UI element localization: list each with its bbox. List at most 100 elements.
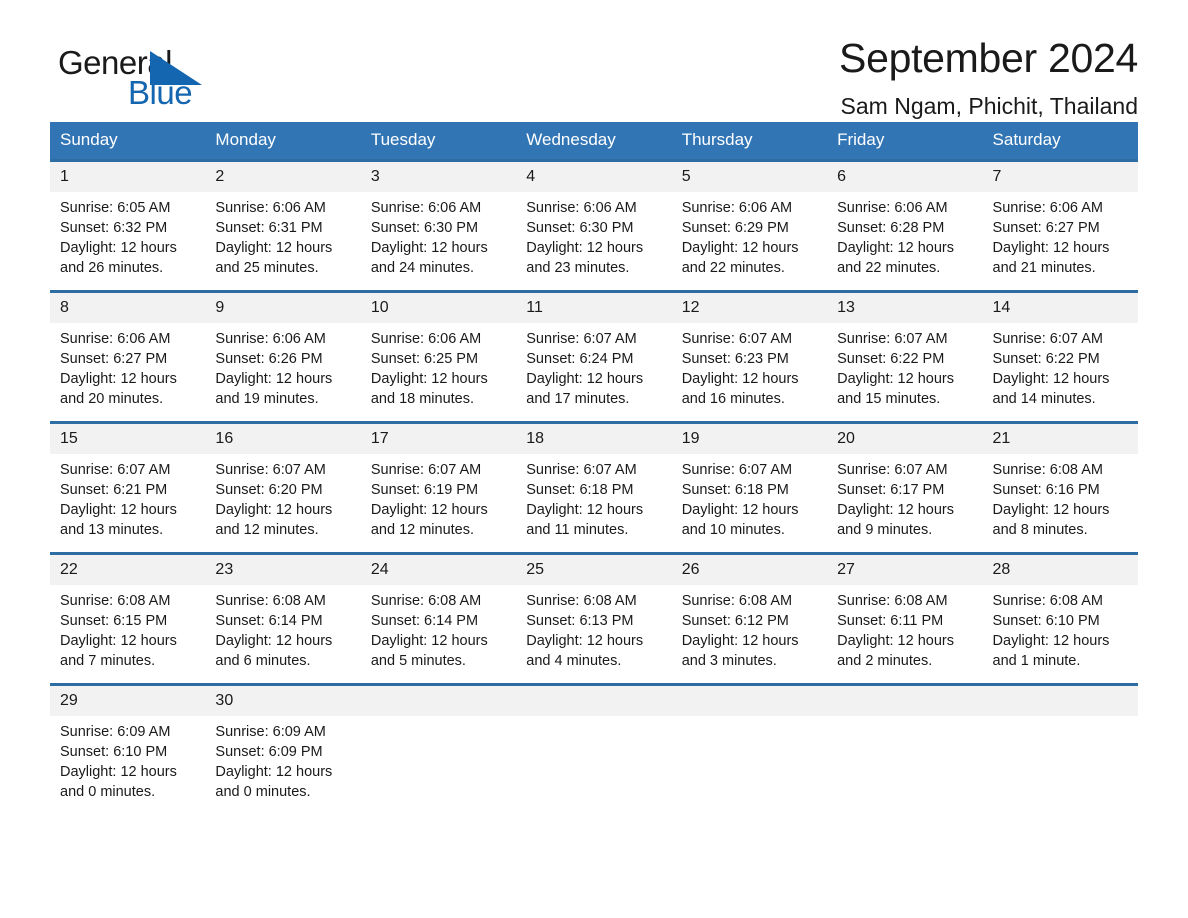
day-details-blank: [361, 716, 516, 814]
daylight-text-line1: Daylight: 12 hours: [526, 633, 644, 649]
calendar-day-cell[interactable]: 13 Sunrise: 6:07 AM Sunset: 6:22 PM Dayligh…: [827, 290, 983, 423]
sunset-text: Sunset: 6:19 PM: [370, 482, 479, 498]
calendar-day-cell[interactable]: 16 Sunrise: 6:07 AM Sunset: 6:20 PM Dayligh…: [205, 421, 361, 554]
day-number: 5: [671, 162, 828, 192]
daylight-text-line1: Daylight: 12 hours: [526, 502, 644, 518]
daylight-text-line2: and 12 minutes.: [215, 522, 319, 538]
sunrise-text: Sunrise: 6:06 AM: [681, 200, 793, 216]
calendar-day-cell[interactable]: 28 Sunrise: 6:08 AM Sunset: 6:10 PM Dayligh…: [982, 552, 1138, 685]
generalblue-logo[interactable]: General Blue: [50, 45, 202, 111]
calendar-day-cell[interactable]: 23 Sunrise: 6:08 AM Sunset: 6:14 PM Dayligh…: [205, 552, 361, 685]
weekday-header-monday: Monday: [205, 122, 361, 161]
day-number: 2: [205, 162, 361, 192]
calendar-day-cell[interactable]: 12 Sunrise: 6:07 AM Sunset: 6:23 PM Dayligh…: [671, 290, 828, 423]
daylight-text-line1: Daylight: 12 hours: [370, 502, 488, 518]
daylight-text-line2: and 22 minutes.: [681, 260, 785, 276]
calendar-day-cell[interactable]: 11 Sunrise: 6:07 AM Sunset: 6:24 PM Dayligh…: [516, 290, 672, 423]
calendar-day-cell[interactable]: 29 Sunrise: 6:09 AM Sunset: 6:10 PM Dayligh…: [50, 683, 206, 814]
calendar-day-cell[interactable]: 18 Sunrise: 6:07 AM Sunset: 6:18 PM Dayligh…: [516, 421, 672, 554]
daylight-text-line2: and 25 minutes.: [215, 260, 319, 276]
day-number: 27: [827, 555, 983, 585]
daylight-text-line1: Daylight: 12 hours: [215, 633, 333, 649]
day-number: 9: [205, 293, 361, 323]
daylight-text-line2: and 26 minutes.: [60, 260, 164, 276]
calendar-day-cell[interactable]: 21 Sunrise: 6:08 AM Sunset: 6:16 PM Dayligh…: [982, 421, 1138, 554]
sunrise-text: Sunrise: 6:06 AM: [370, 331, 482, 347]
day-details: Sunrise: 6:06 AM Sunset: 6:25 PM Daylight:…: [361, 323, 516, 421]
daylight-text-line1: Daylight: 12 hours: [992, 502, 1110, 518]
calendar-day-cell[interactable]: 9 Sunrise: 6:06 AM Sunset: 6:26 PM Daylight…: [205, 290, 361, 423]
calendar-day-cell[interactable]: 22 Sunrise: 6:08 AM Sunset: 6:15 PM Dayligh…: [50, 552, 206, 685]
daylight-text-line1: Daylight: 12 hours: [370, 240, 488, 256]
daylight-text-line2: and 12 minutes.: [370, 522, 475, 538]
calendar-day-cell[interactable]: 26 Sunrise: 6:08 AM Sunset: 6:12 PM Dayligh…: [671, 552, 828, 685]
day-details-blank: [827, 716, 982, 814]
sunset-text: Sunset: 6:30 PM: [370, 220, 479, 236]
daylight-text-line1: Daylight: 12 hours: [526, 240, 644, 256]
day-details: Sunrise: 6:08 AM Sunset: 6:13 PM Daylight:…: [516, 585, 671, 683]
calendar-day-cell[interactable]: 24 Sunrise: 6:08 AM Sunset: 6:14 PM Dayligh…: [360, 552, 517, 685]
sunset-text: Sunset: 6:31 PM: [215, 220, 323, 236]
day-details: Sunrise: 6:06 AM Sunset: 6:30 PM Daylight:…: [361, 192, 516, 290]
day-details: Sunrise: 6:07 AM Sunset: 6:22 PM Daylight:…: [827, 323, 982, 421]
daylight-text-line1: Daylight: 12 hours: [215, 240, 333, 256]
calendar-day-cell[interactable]: 6 Sunrise: 6:06 AM Sunset: 6:28 PM Daylight…: [827, 159, 983, 292]
calendar-day-cell[interactable]: 1 Sunrise: 6:05 AM Sunset: 6:32 PM Daylight…: [50, 159, 206, 292]
calendar-day-cell[interactable]: 3 Sunrise: 6:06 AM Sunset: 6:30 PM Daylight…: [360, 159, 517, 292]
daylight-text-line2: and 17 minutes.: [526, 391, 630, 407]
daylight-text-line1: Daylight: 12 hours: [60, 371, 177, 387]
calendar-day-cell-empty: [516, 683, 672, 814]
sunrise-text: Sunrise: 6:07 AM: [526, 331, 637, 347]
calendar-day-cell[interactable]: 19 Sunrise: 6:07 AM Sunset: 6:18 PM Dayligh…: [671, 421, 828, 554]
sunset-text: Sunset: 6:14 PM: [215, 613, 323, 629]
calendar-day-cell[interactable]: 27 Sunrise: 6:08 AM Sunset: 6:11 PM Dayligh…: [827, 552, 983, 685]
day-details: Sunrise: 6:08 AM Sunset: 6:15 PM Daylight:…: [50, 585, 205, 683]
daylight-text-line2: and 1 minute.: [992, 653, 1081, 669]
sunrise-text: Sunrise: 6:07 AM: [681, 331, 793, 347]
calendar-day-cell[interactable]: 8 Sunrise: 6:06 AM Sunset: 6:27 PM Daylight…: [50, 290, 206, 423]
daylight-text-line1: Daylight: 12 hours: [837, 240, 954, 256]
day-details: Sunrise: 6:07 AM Sunset: 6:18 PM Daylight:…: [672, 454, 827, 552]
daylight-text-line1: Daylight: 12 hours: [60, 240, 177, 256]
daylight-text-line2: and 11 minutes.: [526, 522, 629, 538]
daylight-text-line1: Daylight: 12 hours: [60, 764, 177, 780]
calendar-day-cell[interactable]: 5 Sunrise: 6:06 AM Sunset: 6:29 PM Daylight…: [671, 159, 828, 292]
daylight-text-line1: Daylight: 12 hours: [681, 371, 799, 387]
calendar-day-cell[interactable]: 7 Sunrise: 6:06 AM Sunset: 6:27 PM Daylight…: [982, 159, 1138, 292]
calendar-day-cell[interactable]: 2 Sunrise: 6:06 AM Sunset: 6:31 PM Daylight…: [205, 159, 361, 292]
day-number: 17: [360, 424, 517, 454]
calendar-day-cell[interactable]: 15 Sunrise: 6:07 AM Sunset: 6:21 PM Dayligh…: [50, 421, 206, 554]
day-details: Sunrise: 6:06 AM Sunset: 6:30 PM Daylight:…: [516, 192, 671, 290]
day-details: Sunrise: 6:07 AM Sunset: 6:23 PM Daylight:…: [672, 323, 827, 421]
calendar-day-cell[interactable]: 10 Sunrise: 6:06 AM Sunset: 6:25 PM Dayligh…: [360, 290, 517, 423]
calendar-day-cell[interactable]: 25 Sunrise: 6:08 AM Sunset: 6:13 PM Dayligh…: [516, 552, 672, 685]
sunrise-text: Sunrise: 6:06 AM: [526, 200, 637, 216]
sunrise-text: Sunrise: 6:06 AM: [60, 331, 171, 347]
sunset-text: Sunset: 6:10 PM: [992, 613, 1100, 629]
sunset-text: Sunset: 6:12 PM: [681, 613, 789, 629]
calendar-day-cell[interactable]: 14 Sunrise: 6:07 AM Sunset: 6:22 PM Dayligh…: [982, 290, 1138, 423]
page-title: September 2024: [839, 35, 1138, 81]
daylight-text-line1: Daylight: 12 hours: [681, 633, 799, 649]
calendar-week-row: 29 Sunrise: 6:09 AM Sunset: 6:10 PM Dayligh…: [50, 683, 1138, 814]
page-subtitle: Sam Ngam, Phichit, Thailand: [840, 93, 1138, 119]
page-header: General Blue September 2024 Sam Ngam, Ph…: [50, 0, 1138, 119]
calendar-day-cell[interactable]: 30 Sunrise: 6:09 AM Sunset: 6:09 PM Dayligh…: [205, 683, 361, 814]
sunrise-text: Sunrise: 6:07 AM: [370, 462, 482, 478]
daylight-text-line2: and 0 minutes.: [215, 784, 311, 800]
day-details: Sunrise: 6:08 AM Sunset: 6:12 PM Daylight:…: [672, 585, 827, 683]
weekday-header-thursday: Thursday: [671, 122, 828, 161]
sunset-text: Sunset: 6:13 PM: [526, 613, 634, 629]
weekday-header-friday: Friday: [827, 122, 983, 161]
calendar-day-cell[interactable]: 20 Sunrise: 6:07 AM Sunset: 6:17 PM Dayligh…: [827, 421, 983, 554]
sunrise-text: Sunrise: 6:06 AM: [215, 200, 326, 216]
sunrise-text: Sunrise: 6:06 AM: [837, 200, 948, 216]
calendar-day-cell[interactable]: 17 Sunrise: 6:07 AM Sunset: 6:19 PM Dayligh…: [360, 421, 517, 554]
day-details: Sunrise: 6:06 AM Sunset: 6:27 PM Daylight:…: [983, 192, 1138, 290]
sunrise-text: Sunrise: 6:07 AM: [681, 462, 793, 478]
calendar-day-cell[interactable]: 4 Sunrise: 6:06 AM Sunset: 6:30 PM Daylight…: [516, 159, 672, 292]
logo-text-blue: Blue: [128, 74, 193, 111]
sunrise-text: Sunrise: 6:06 AM: [992, 200, 1103, 216]
day-number: 20: [827, 424, 983, 454]
day-number: 30: [205, 686, 361, 716]
